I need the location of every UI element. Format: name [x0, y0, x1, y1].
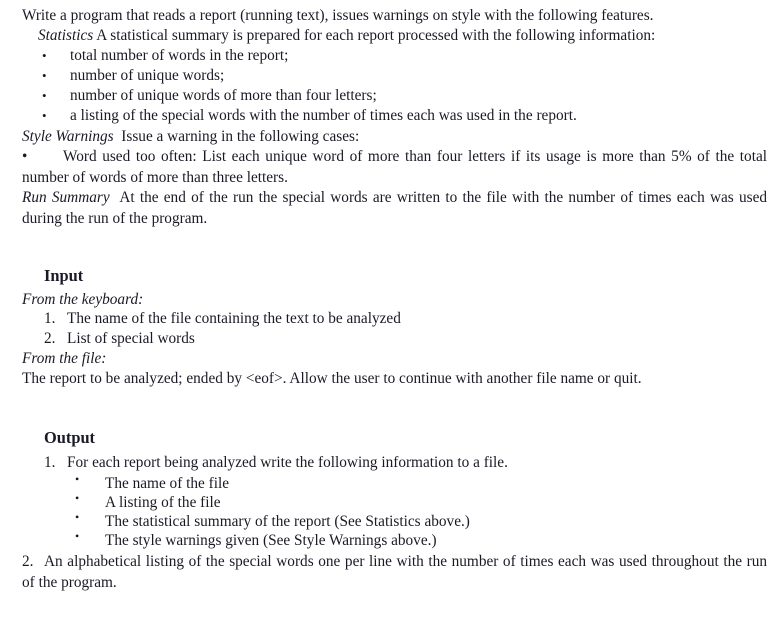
list-item: • Word used too often: List each unique w…: [22, 147, 767, 188]
list-item-label: The style warnings given (See Style Warn…: [105, 532, 437, 549]
input-keyboard-label: From the keyboard:: [22, 291, 144, 308]
list-item: • The name of the file: [22, 472, 767, 493]
list-item: • number of unique words;: [22, 66, 767, 87]
list-marker: 1.: [44, 454, 56, 471]
list-marker: 2.: [44, 330, 56, 347]
bullet-icon: •: [75, 529, 80, 543]
bullet-icon: •: [75, 472, 80, 486]
input-file-label: From the file:: [22, 350, 107, 367]
list-item-label: The statistical summary of the report (S…: [105, 513, 470, 530]
list-item-label: total number of words in the report;: [70, 47, 289, 64]
document-page: Write a program that reads a report (run…: [0, 0, 771, 617]
list-item-label: Word used too often: List each unique wo…: [22, 148, 767, 186]
section-heading-output: Output: [44, 428, 96, 447]
list-item: 1. The name of the file containing the t…: [22, 309, 767, 330]
list-marker: 1.: [44, 310, 56, 327]
list-item: • The style warnings given (See Style Wa…: [22, 529, 767, 550]
list-item: 2. List of special words: [22, 329, 767, 350]
list-item-label: List of special words: [67, 330, 195, 347]
statistics-lead: Statistics A statistical summary is prep…: [22, 26, 767, 47]
bullet-icon: •: [42, 68, 47, 83]
bullet-icon: •: [42, 108, 47, 123]
bullet-icon: •: [42, 48, 47, 63]
style-warnings-text: Issue a warning in the following cases:: [121, 128, 360, 145]
statistics-text: A statistical summary is prepared for ea…: [96, 27, 656, 44]
list-item-label: An alphabetical listing of the special w…: [22, 553, 767, 591]
list-item-label: number of unique words of more than four…: [70, 87, 377, 104]
bullet-icon: •: [75, 510, 80, 524]
run-summary-text: At the end of the run the special words …: [22, 189, 768, 227]
list-item-label: For each report being analyzed write the…: [67, 454, 508, 471]
list-item: • A listing of the file: [22, 491, 767, 512]
list-marker: 2.: [22, 553, 34, 570]
list-item: • The statistical summary of the report …: [22, 510, 767, 531]
bullet-icon: •: [22, 148, 28, 165]
list-item-label: a listing of the special words with the …: [70, 107, 577, 124]
statistics-term: Statistics: [38, 27, 94, 44]
list-item-label: The name of the file: [105, 475, 230, 492]
list-item-label: A listing of the file: [105, 494, 221, 511]
style-warnings-term: Style Warnings: [22, 128, 114, 145]
bullet-icon: •: [75, 491, 80, 505]
run-summary-block: Run Summary At the end of the run the sp…: [22, 188, 767, 229]
list-item-label: number of unique words;: [70, 67, 225, 84]
list-item: • number of unique words of more than fo…: [22, 86, 767, 107]
run-summary-term: Run Summary: [22, 189, 110, 206]
intro-paragraph: Write a program that reads a report (run…: [22, 7, 654, 24]
list-item: • a listing of the special words with th…: [22, 106, 767, 127]
list-item: 2. An alphabetical listing of the special…: [22, 552, 767, 593]
bullet-icon: •: [42, 88, 47, 103]
list-item: • total number of words in the report;: [22, 46, 767, 67]
list-item-label: The name of the file containing the text…: [67, 310, 401, 327]
style-warnings-lead: Style Warnings Issue a warning in the fo…: [22, 127, 767, 148]
section-heading-input: Input: [44, 266, 84, 285]
input-file-text: The report to be analyzed; ended by <eof…: [22, 370, 642, 387]
list-item: 1. For each report being analyzed write …: [22, 453, 767, 474]
